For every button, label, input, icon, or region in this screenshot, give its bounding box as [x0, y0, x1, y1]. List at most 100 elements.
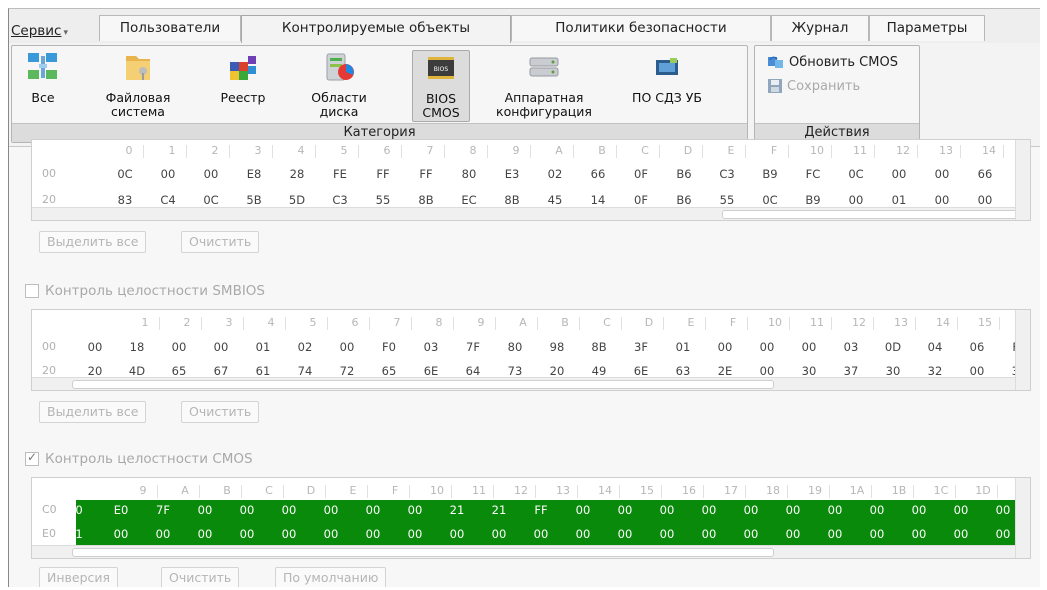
hex-hscroll-top[interactable] — [32, 207, 1024, 220]
hex-cell[interactable]: 00 — [106, 523, 136, 545]
hex-cell[interactable]: E3 — [497, 163, 527, 185]
hex-cell[interactable]: 00 — [820, 499, 850, 521]
hex-cell[interactable]: 00 — [153, 163, 183, 185]
hex-cell[interactable]: 0C — [841, 163, 871, 185]
cmos-default-button[interactable]: По умолчанию — [275, 567, 387, 587]
hex-cell[interactable]: 21 — [442, 499, 472, 521]
hex-hscroll-smbios[interactable] — [32, 377, 1016, 390]
hex-cell[interactable]: E8 — [239, 163, 269, 185]
hex-cell[interactable]: 00 — [794, 336, 824, 358]
category-registry-button[interactable]: Реестр — [212, 50, 274, 124]
hex-cell[interactable]: 00 — [358, 499, 388, 521]
hex-cell[interactable]: 00 — [232, 499, 262, 521]
hex-cell[interactable]: 00 — [652, 523, 682, 545]
hex-cell[interactable]: 03 — [416, 336, 446, 358]
hex-cell[interactable]: 00 — [946, 523, 976, 545]
hex-grid-top[interactable]: 0123456789ABCDEF101112131415 000C0000E82… — [31, 139, 1031, 221]
hex-cell[interactable]: 00 — [1030, 499, 1031, 521]
category-hardware-config-button[interactable]: Аппаратная конфигурация — [488, 50, 600, 124]
hex-cell[interactable]: 18 — [122, 336, 152, 358]
hex-cell[interactable]: 02 — [290, 336, 320, 358]
hex-cell[interactable]: F0 — [374, 336, 404, 358]
category-filesystem-button[interactable]: Файловая система — [94, 50, 182, 124]
hex-cell[interactable]: B9 — [755, 163, 785, 185]
hex-cell[interactable]: 1 — [64, 523, 94, 545]
hex-cell[interactable]: FE — [325, 163, 355, 185]
hex-cell[interactable]: 00 — [164, 336, 194, 358]
hex-cell[interactable]: 66 — [970, 163, 1000, 185]
hex-cell[interactable]: 00 — [80, 336, 110, 358]
hex-cell[interactable]: 00 — [206, 336, 236, 358]
hex-cell[interactable]: 0F — [626, 163, 656, 185]
category-disk-areas-button[interactable]: Области диска — [302, 50, 376, 124]
hex-vscroll-smbios[interactable] — [1015, 310, 1030, 390]
hex-cell[interactable]: 00 — [778, 499, 808, 521]
hex-cell[interactable]: 00 — [652, 499, 682, 521]
hex-cell[interactable]: 00 — [862, 499, 892, 521]
hex-cell[interactable]: 21 — [484, 499, 514, 521]
hex-cell[interactable]: 04 — [920, 336, 950, 358]
hex-cell[interactable]: 00 — [442, 523, 472, 545]
cmos-integrity-checkbox[interactable]: ✓ Контроль целостности CMOS — [25, 450, 253, 467]
hex-cell[interactable]: 00 — [568, 499, 598, 521]
hex-cell[interactable]: FF — [411, 163, 441, 185]
hex-cell[interactable]: 00 — [274, 523, 304, 545]
hex-cell[interactable]: 28 — [282, 163, 312, 185]
cmos-checkbox-box[interactable]: ✓ — [25, 450, 39, 466]
hex-cell[interactable]: 06 — [962, 336, 992, 358]
save-button[interactable]: Сохранить — [767, 78, 860, 94]
hex-hscroll-thumb[interactable] — [722, 210, 1024, 219]
hex-cell[interactable]: 01 — [668, 336, 698, 358]
hex-cell[interactable]: 02 — [540, 163, 570, 185]
smbios-checkbox-box[interactable] — [25, 284, 39, 298]
hex-cell[interactable]: 0D — [878, 336, 908, 358]
tab-controlled-objects[interactable]: Контролируемые объекты — [241, 15, 511, 44]
top-select-all-button[interactable]: Выделить все — [39, 231, 147, 253]
hex-cell[interactable]: 0 — [64, 499, 94, 521]
hex-cell[interactable]: 00 — [946, 499, 976, 521]
hex-cell[interactable]: 00 — [316, 499, 346, 521]
tab-parameters[interactable]: Параметры — [869, 15, 985, 41]
hex-cell[interactable]: FF — [368, 163, 398, 185]
hex-cell[interactable]: 00 — [736, 523, 766, 545]
hex-cell[interactable]: 00 — [752, 336, 782, 358]
cmos-invert-button[interactable]: Инверсия — [39, 567, 119, 587]
hex-cell[interactable]: 00 — [820, 523, 850, 545]
smbios-integrity-checkbox[interactable]: Контроль целостности SMBIOS — [25, 283, 265, 299]
hex-cell[interactable]: 00 — [988, 523, 1018, 545]
hex-cell[interactable]: 00 — [332, 336, 362, 358]
hex-cell[interactable]: FF — [526, 499, 556, 521]
hex-cell[interactable]: 00 — [862, 523, 892, 545]
tab-security-policies[interactable]: Политики безопасности — [511, 15, 771, 41]
hex-cell[interactable]: 00 — [568, 523, 598, 545]
hex-vscroll-top[interactable] — [1015, 140, 1030, 220]
tab-journal[interactable]: Журнал — [771, 15, 869, 41]
hex-grid-smbios[interactable]: 123456789ABCDEF10111213141516 0000180000… — [31, 309, 1031, 391]
hex-cell[interactable]: 00 — [148, 523, 178, 545]
hex-cell[interactable]: C3 — [712, 163, 742, 185]
tab-users[interactable]: Пользователи — [99, 15, 241, 41]
hex-cell[interactable]: 98 — [542, 336, 572, 358]
hex-cell[interactable]: 00 — [778, 523, 808, 545]
hex-cell[interactable]: 00 — [274, 499, 304, 521]
hex-cell[interactable]: 00 — [610, 499, 640, 521]
hex-cell[interactable]: 00 — [710, 336, 740, 358]
hex-cell[interactable]: 00 — [736, 499, 766, 521]
hex-grid-cmos[interactable]: 9ABCDEF101112131415161718191A1B1C1D1E1F … — [31, 477, 1031, 559]
category-sdz-software-button[interactable]: ПО СДЗ УБ — [626, 50, 708, 124]
hex-cell[interactable]: 00 — [526, 523, 556, 545]
hex-hscroll-thumb[interactable] — [72, 380, 774, 389]
hex-cell[interactable]: 7F — [148, 499, 178, 521]
service-menu[interactable]: Сервис ▾ — [11, 23, 68, 39]
hex-cell[interactable]: 00 — [904, 523, 934, 545]
hex-hscroll-thumb[interactable] — [72, 548, 774, 557]
hex-vscroll-cmos[interactable] — [1015, 478, 1030, 558]
hex-cell[interactable]: 7F — [458, 336, 488, 358]
hex-cell[interactable]: 00 — [400, 523, 430, 545]
hex-cell[interactable]: 0C — [110, 163, 140, 185]
top-clear-button[interactable]: Очистить — [181, 231, 260, 253]
hex-cell[interactable]: 01 — [248, 336, 278, 358]
hex-cell[interactable]: 00 — [232, 523, 262, 545]
hex-cell[interactable]: 00 — [484, 523, 514, 545]
smbios-clear-button[interactable]: Очистить — [181, 401, 260, 423]
